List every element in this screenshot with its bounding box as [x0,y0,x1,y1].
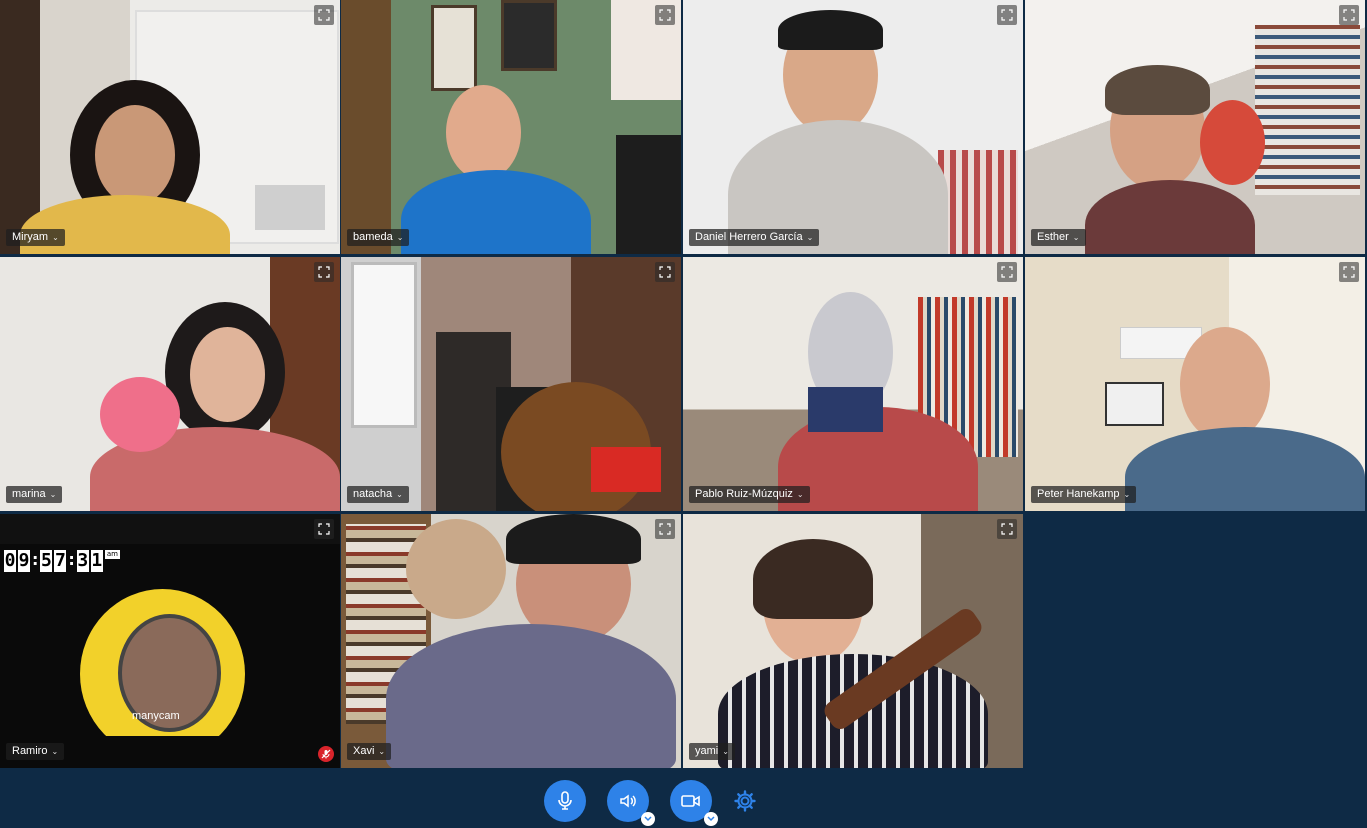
chevron-down-icon: ⌄ [1072,232,1080,242]
participant-name: Peter Hanekamp [1037,488,1120,500]
microphone-icon [558,791,572,810]
expand-icon[interactable] [1339,5,1359,25]
participant-tile-daniel[interactable]: Daniel Herrero García ⌄ [683,0,1023,254]
video-feed [1025,0,1365,254]
participant-name-tag[interactable]: natacha ⌄ [347,486,409,503]
participant-tile-pablo[interactable]: Pablo Ruiz-Múzquiz ⌄ [683,257,1023,511]
expand-icon[interactable] [1339,262,1359,282]
participant-name-tag[interactable]: Esther ⌄ [1031,229,1086,246]
video-feed [1025,257,1365,511]
participant-tile-miryam[interactable]: Miryam ⌄ [0,0,340,254]
video-grid: Miryam ⌄ bameda ⌄ Daniel Herrero García ⌄ [0,0,1367,768]
chevron-down-icon: ⌄ [796,489,804,499]
participant-tile-ramiro[interactable]: 0 9 : 5 7 : 3 1 am manycam Ramiro ⌄ [0,514,340,768]
camera-options-chevron-icon[interactable] [704,812,718,826]
camera-button[interactable] [670,780,718,826]
settings-button[interactable] [733,789,757,813]
participant-tile-marina[interactable]: marina ⌄ [0,257,340,511]
clock-digit: 3 [76,550,89,572]
clock-digit: 5 [40,550,53,572]
participant-name: Daniel Herrero García [695,231,803,243]
participant-tile-bameda[interactable]: bameda ⌄ [341,0,681,254]
participant-name-tag[interactable]: Miryam ⌄ [6,229,65,246]
expand-icon[interactable] [655,519,675,539]
participant-name-tag[interactable]: Daniel Herrero García ⌄ [689,229,820,246]
clock-colon: : [68,550,75,569]
participant-name-tag[interactable]: Peter Hanekamp ⌄ [1031,486,1137,503]
video-feed [341,0,681,254]
participant-name-tag[interactable]: Ramiro ⌄ [6,743,65,760]
gear-icon [734,790,756,812]
participant-tile-esther[interactable]: Esther ⌄ [1025,0,1365,254]
participant-name-tag[interactable]: yami ⌄ [689,743,735,760]
clock-digit: 0 [4,550,16,572]
expand-icon[interactable] [997,5,1017,25]
participant-tile-natacha[interactable]: natacha ⌄ [341,257,681,511]
clock-ampm: am [104,550,120,559]
speaker-options-chevron-icon[interactable] [641,812,655,826]
video-feed [341,514,681,768]
participant-name: Miryam [12,231,49,243]
speaker-icon [620,794,636,808]
participant-name-tag[interactable]: bameda ⌄ [347,229,410,246]
participant-name: marina [12,488,46,500]
chevron-down-icon: ⌄ [722,746,729,756]
chevron-down-icon: ⌄ [396,232,404,242]
participant-name-tag[interactable]: Pablo Ruiz-Múzquiz ⌄ [689,486,810,503]
expand-icon[interactable] [655,262,675,282]
participant-name-tag[interactable]: marina ⌄ [6,486,63,503]
chevron-down-icon: ⌄ [378,746,386,756]
video-feed [683,0,1023,254]
call-controls-bar [0,768,1367,828]
microphone-button[interactable] [544,780,586,822]
clock-colon: : [32,550,39,569]
chevron-down-icon: ⌄ [52,232,59,242]
camera-icon [681,795,700,807]
chevron-down-icon: ⌄ [51,746,59,756]
video-feed [0,257,340,511]
chevron-down-icon: ⌄ [1123,489,1131,499]
expand-icon[interactable] [655,5,675,25]
manycam-watermark: manycam [132,710,180,722]
participant-tile-xavi[interactable]: Xavi ⌄ [341,514,681,768]
participant-name-tag[interactable]: Xavi ⌄ [347,743,392,760]
clock-digit: 7 [54,550,67,572]
expand-icon[interactable] [314,519,334,539]
participant-tile-yami[interactable]: yami ⌄ [683,514,1023,768]
participant-name: Xavi [353,745,375,757]
clock-overlay: 0 9 : 5 7 : 3 1 am [4,550,120,572]
video-feed [683,257,1023,511]
participant-name: Esther [1037,231,1069,243]
clock-digit: 9 [18,550,30,572]
participant-name: yami [695,745,719,757]
participant-name: Ramiro [12,745,48,757]
clock-digit: 1 [90,550,103,572]
expand-icon[interactable] [314,5,334,25]
participant-tile-peter[interactable]: Peter Hanekamp ⌄ [1025,257,1365,511]
expand-icon[interactable] [314,262,334,282]
muted-microphone-icon [318,746,334,762]
video-feed [683,514,1023,768]
expand-icon[interactable] [997,262,1017,282]
expand-icon[interactable] [997,519,1017,539]
participant-name: Pablo Ruiz-Múzquiz [695,488,793,500]
chevron-down-icon: ⌄ [49,489,57,499]
video-feed [341,257,681,511]
speaker-button[interactable] [607,780,655,826]
participant-name: bameda [353,231,393,243]
video-feed [0,0,340,254]
chevron-down-icon: ⌄ [806,232,814,242]
chevron-down-icon: ⌄ [396,489,403,499]
participant-name: natacha [353,488,393,500]
